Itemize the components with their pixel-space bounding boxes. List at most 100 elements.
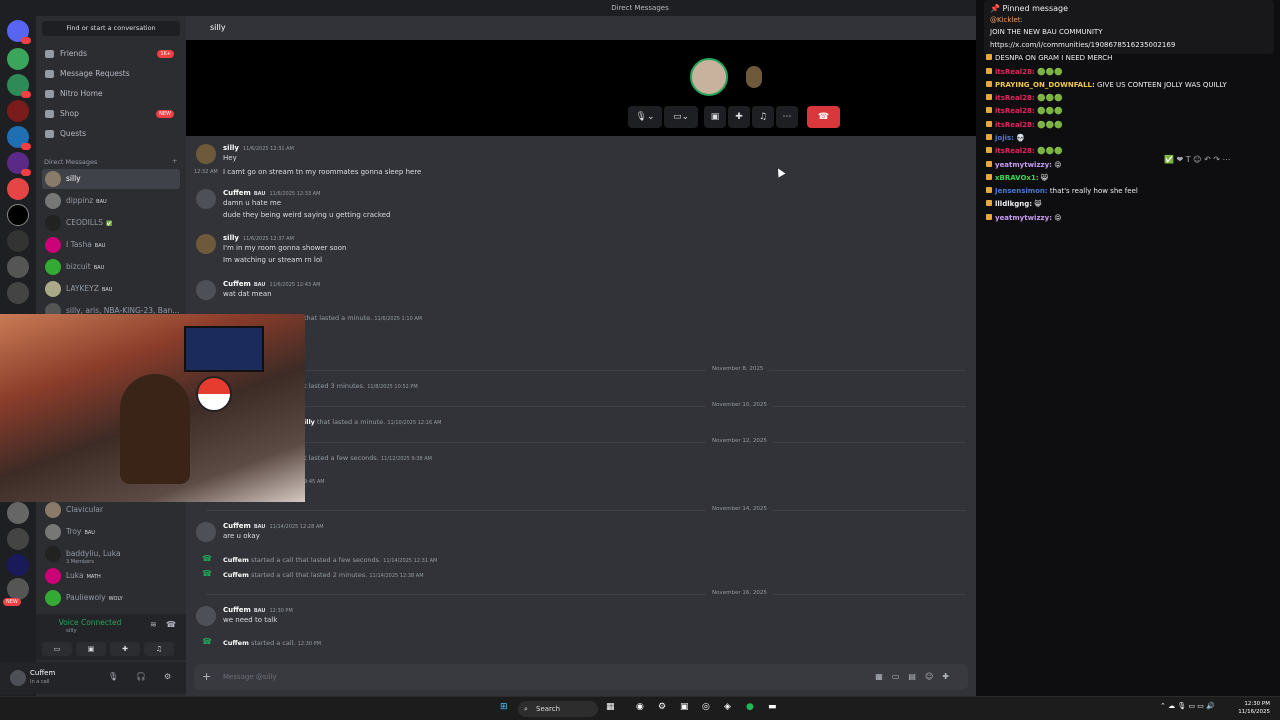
camera-button[interactable]: ▭	[42, 642, 72, 656]
chat-user[interactable]: xBRAVOx1:	[995, 174, 1039, 182]
chat-user[interactable]: itsReal28:	[995, 94, 1035, 102]
screen-share-button[interactable]: ▣	[76, 642, 106, 656]
dm-item[interactable]: CEODILLS ✅	[42, 213, 180, 233]
server-icon[interactable]	[7, 204, 29, 226]
mute-button[interactable]: 🎙⌄	[628, 106, 662, 128]
message-input[interactable]: + Message @silly ▦▭▤☺✚	[194, 664, 968, 690]
server-icon[interactable]	[7, 230, 29, 252]
server-icon[interactable]	[7, 74, 31, 98]
headphones-icon[interactable]: 🎧	[136, 672, 146, 681]
gear-icon[interactable]: ⚙	[164, 672, 171, 681]
dm-tag: BAU	[84, 530, 95, 536]
chat-user[interactable]: PRAYING_ON_DOWNFALL:	[995, 81, 1095, 89]
server-icon[interactable]	[7, 100, 29, 122]
server-icon[interactable]	[7, 282, 29, 304]
chat-user[interactable]: yeatmytwizzy:	[995, 161, 1052, 169]
message-hover-actions[interactable]: ✅ ❤ T ☺ ↶ ↷ ⋯	[1164, 155, 1231, 164]
message-author[interactable]: Cuffem BAU 12:30 PM	[223, 606, 293, 614]
microphone-icon[interactable]: 🎙	[108, 672, 118, 681]
callee-avatar[interactable]	[734, 58, 772, 96]
server-icon[interactable]	[7, 528, 29, 550]
tray-icons[interactable]: ⌃ ☁ 🎙 ▭ ▭ 🔊	[1160, 702, 1215, 710]
app-icon[interactable]: ▣	[680, 702, 689, 712]
dm-item[interactable]: silly	[42, 169, 180, 189]
dm-item[interactable]: baddyliu, Luka 3 Members	[42, 544, 180, 565]
server-icon[interactable]	[7, 178, 29, 200]
hang-up-button[interactable]: ☎	[807, 106, 840, 128]
app-icon[interactable]: ▦	[606, 702, 615, 712]
avatar[interactable]	[196, 234, 216, 254]
windows-start-icon[interactable]: ⊞	[500, 702, 508, 712]
attach-icon[interactable]: +	[202, 664, 211, 690]
avatar[interactable]	[10, 670, 26, 686]
server-icon[interactable]	[7, 578, 29, 600]
dm-item[interactable]: I Tasha BAU	[42, 235, 180, 255]
chrome-icon[interactable]: ◉	[636, 702, 644, 712]
dm-item[interactable]: bizcuit BAU	[42, 257, 180, 277]
chat-user[interactable]: itsReal28:	[995, 121, 1035, 129]
message-author[interactable]: Cuffem BAU 11/6/2025 12:43 AM	[223, 280, 320, 288]
camera-toggle-button[interactable]: ▭⌄	[664, 106, 698, 128]
server-icon[interactable]	[7, 126, 31, 150]
home-button[interactable]	[7, 20, 31, 44]
taskbar-search[interactable]: ⌕ Search	[518, 701, 598, 717]
server-icon[interactable]	[7, 48, 29, 70]
chat-user[interactable]: yeatmytwizzy:	[995, 214, 1052, 222]
chat-user[interactable]: itsReal28:	[995, 147, 1035, 155]
activities-button[interactable]: ✚	[110, 642, 140, 656]
pinned-message[interactable]: 📌 Pinned message @Kicklet: JOIN THE NEW …	[984, 0, 1274, 54]
chat-user[interactable]: itsReal28:	[995, 68, 1035, 76]
activities-icon[interactable]: ✚	[728, 106, 750, 128]
nav-item-shop[interactable]: Shop NEW	[42, 105, 180, 123]
server-icon[interactable]	[7, 502, 29, 524]
pinned-link[interactable]: https://x.com/i/communities/190867851623…	[990, 40, 1268, 50]
composer-icons[interactable]: ▦▭▤☺✚	[875, 664, 958, 690]
dm-item[interactable]: LAYKEYZ BAU	[42, 279, 180, 299]
dm-item[interactable]: Luka MATH	[42, 566, 180, 586]
message-author[interactable]: silly 11/6/2025 12:37 AM	[223, 234, 294, 242]
badge-icon	[986, 200, 992, 206]
avatar[interactable]	[196, 522, 216, 542]
message-author[interactable]: Cuffem BAU 11/6/2025 12:33 AM	[223, 189, 320, 197]
app-icon[interactable]: ▬	[768, 702, 777, 712]
nav-label: Friends	[60, 49, 87, 58]
message-author[interactable]: Cuffem BAU 11/14/2025 12:28 AM	[223, 522, 324, 530]
noise-suppression-icon[interactable]: ≋	[150, 620, 157, 629]
dm-item[interactable]: Troy BAU	[42, 522, 180, 542]
server-icon[interactable]	[7, 256, 29, 278]
discord-icon[interactable]: ◎	[702, 702, 710, 712]
dm-tag: ✅	[105, 221, 113, 227]
chat-user[interactable]: itsReal28:	[995, 107, 1035, 115]
chat-user[interactable]: llldlkgng:	[995, 200, 1032, 208]
nav-item-message-requests[interactable]: Message Requests	[42, 65, 180, 83]
more-icon[interactable]: ⋯	[776, 106, 798, 128]
avatar[interactable]	[196, 606, 216, 626]
message-author[interactable]: silly 11/6/2025 12:31 AM	[223, 144, 294, 152]
disconnect-icon[interactable]: ☎	[166, 620, 176, 629]
nav-item-friends[interactable]: Friends 1K+	[42, 45, 180, 63]
nav-item-quests[interactable]: Quests	[42, 125, 180, 143]
soundboard-button[interactable]: ♫	[144, 642, 174, 656]
avatar[interactable]	[196, 144, 216, 164]
screen-share-icon[interactable]: ▣	[704, 106, 726, 128]
clock[interactable]: 12:30 PM 11/16/2025	[1238, 700, 1270, 716]
spotify-icon[interactable]: ●	[746, 702, 754, 712]
avatar[interactable]	[196, 280, 216, 300]
nav-item-nitro-home[interactable]: Nitro Home	[42, 85, 180, 103]
steam-icon[interactable]: ⚙	[658, 702, 666, 712]
chat-user[interactable]: jojis:	[995, 134, 1014, 142]
search-button[interactable]: Find or start a conversation	[42, 21, 180, 36]
app-icon[interactable]: ◈	[724, 702, 731, 712]
caller-avatar[interactable]	[690, 58, 728, 96]
soundboard-icon[interactable]: ♫	[752, 106, 774, 128]
server-icon[interactable]	[7, 554, 29, 576]
dm-item[interactable]: Clavicular	[42, 500, 180, 520]
voice-channel[interactable]: silly	[66, 628, 77, 634]
add-dm-icon[interactable]: +	[172, 157, 177, 165]
dm-item[interactable]: Pauliewoly WOLY	[42, 588, 180, 608]
chat-user[interactable]: Jensensimon:	[995, 187, 1048, 195]
avatar[interactable]	[196, 189, 216, 209]
dm-item[interactable]: dippinz BAU	[42, 191, 180, 211]
call-user: Cuffem	[223, 571, 249, 579]
server-icon[interactable]	[7, 152, 31, 176]
